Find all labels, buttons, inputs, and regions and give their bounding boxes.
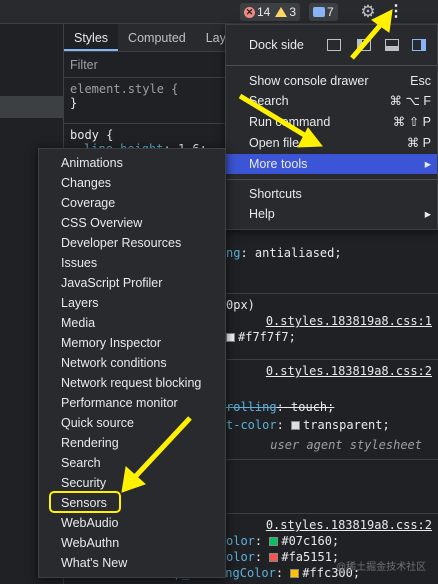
- arrow-to-kebab-icon: [350, 9, 393, 60]
- arrow-to-sensors: [121, 416, 192, 493]
- watermark: @稀土掘金技术社区: [336, 562, 427, 573]
- arrow-to-more-tools: [238, 93, 323, 148]
- annotation-arrows: [121, 9, 393, 493]
